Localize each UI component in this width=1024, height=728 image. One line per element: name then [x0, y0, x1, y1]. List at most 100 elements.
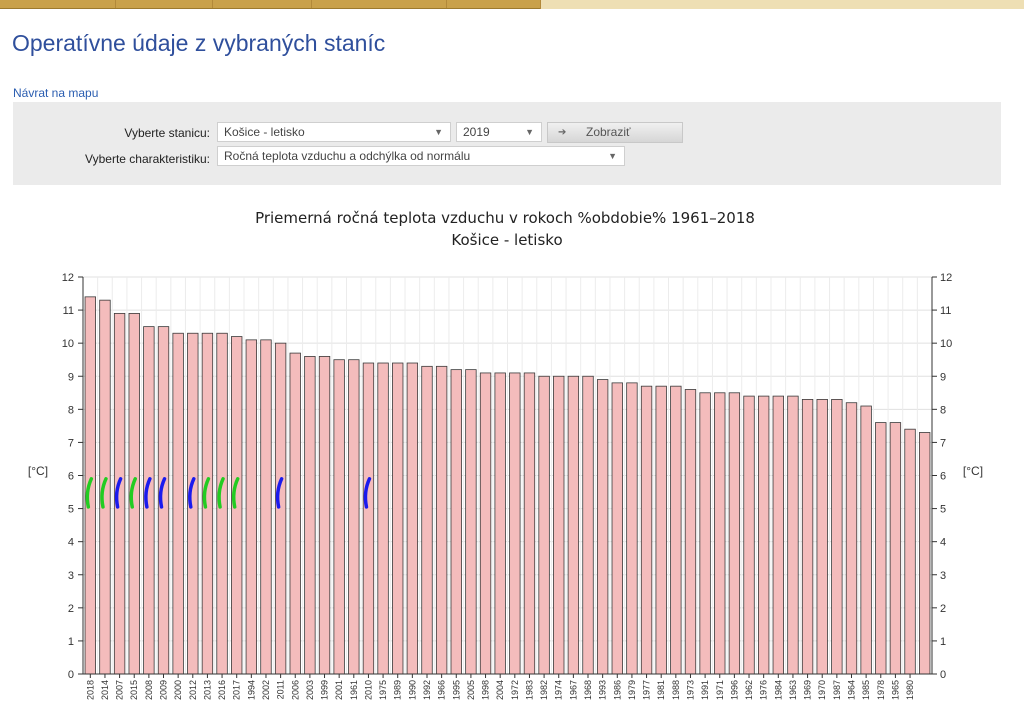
- y-tick-label-right: 6: [940, 471, 946, 483]
- caret-down-icon: ▼: [434, 127, 443, 137]
- characteristic-select[interactable]: Ročná teplota vzduchu a odchýlka od norm…: [217, 146, 625, 166]
- x-tick-label: 1973: [685, 680, 695, 700]
- y-tick-label-right: 3: [940, 570, 946, 582]
- station-select[interactable]: Košice - letisko ▼: [217, 122, 451, 142]
- chart-bar: [670, 385, 682, 675]
- y-tick-label-left: 7: [68, 437, 74, 449]
- x-tick-label: 1963: [788, 680, 798, 700]
- x-tick-label: 2001: [334, 680, 344, 700]
- chart-bar: [743, 395, 755, 675]
- x-tick-label: 1988: [671, 680, 681, 700]
- y-tick-label-right: 12: [940, 272, 952, 284]
- y-axis-label-right: [°C]: [963, 464, 983, 478]
- y-tick-label-right: 1: [940, 636, 946, 648]
- x-tick-label: 1983: [524, 680, 534, 700]
- x-tick-label: 1968: [583, 680, 593, 700]
- chart-bar: [377, 362, 389, 675]
- chart-bar: [714, 392, 726, 675]
- characteristic-select-value: Ročná teplota vzduchu a odchýlka od norm…: [224, 149, 471, 163]
- y-tick-label-right: 10: [940, 338, 952, 350]
- chart-bar: [479, 372, 492, 675]
- x-tick-label: 2004: [495, 680, 505, 700]
- x-tick-label: 1994: [246, 680, 256, 700]
- y-tick-label-left: 9: [68, 371, 74, 383]
- x-tick-label: 1978: [876, 680, 886, 700]
- y-tick-label-left: 12: [62, 272, 74, 284]
- chart-bar: [348, 359, 360, 675]
- x-tick-label: 2008: [144, 680, 154, 700]
- x-tick-label: 1977: [642, 680, 652, 700]
- chart-bar: [465, 369, 477, 675]
- x-tick-label: 1990: [407, 680, 417, 700]
- chart-bar: [450, 369, 462, 675]
- x-tick-label: 1993: [598, 680, 608, 700]
- x-tick-label: 2003: [305, 680, 315, 700]
- x-tick-label: 2013: [202, 680, 212, 700]
- nav-divider: [0, 8, 540, 9]
- y-tick-label-right: 0: [940, 669, 946, 681]
- y-tick-label-right: 2: [940, 603, 946, 615]
- chart-bar: [567, 375, 580, 675]
- top-navigation-bar: [0, 0, 1024, 9]
- chart-bar: [684, 389, 697, 675]
- x-tick-label: 1984: [773, 680, 783, 700]
- filter-panel: Vyberte stanicu: Košice - letisko ▼ 2019…: [13, 102, 1001, 185]
- y-tick-label-left: 5: [68, 504, 74, 516]
- x-tick-label: 1998: [481, 680, 491, 700]
- chart-bar: [655, 385, 667, 675]
- chart-bar: [435, 365, 448, 675]
- y-tick-label-left: 6: [68, 471, 74, 483]
- chart-bar: [494, 372, 506, 675]
- x-tick-label: 1986: [612, 680, 622, 700]
- chart-x-ticks: 2018 2014 2007 2015 2008 2009 2000 2012 2013 2016…: [85, 674, 915, 700]
- chart-bar: [362, 362, 375, 675]
- x-tick-label: 1970: [817, 680, 827, 700]
- year-select[interactable]: 2019 ▼: [456, 122, 542, 142]
- x-tick-label: 1999: [320, 680, 330, 700]
- chart-bar: [831, 399, 843, 675]
- x-tick-label: 2000: [173, 680, 183, 700]
- x-tick-label: 1969: [803, 680, 813, 700]
- chart-bar: [919, 432, 931, 675]
- chart-bar: [801, 399, 814, 675]
- x-tick-label: 2010: [363, 680, 373, 700]
- chart-bar: [787, 395, 799, 675]
- x-tick-label: 1961: [349, 680, 359, 700]
- y-tick-label-left: 8: [68, 404, 74, 416]
- x-tick-label: 2016: [217, 680, 227, 700]
- back-to-map-link[interactable]: Návrat na mapu: [13, 86, 98, 100]
- chart-bar: [260, 339, 272, 675]
- x-tick-label: 2014: [100, 680, 110, 700]
- chart-bar: [421, 365, 433, 675]
- x-tick-label: 1966: [437, 680, 447, 700]
- x-tick-label: 1992: [422, 680, 432, 700]
- chart-bar: [728, 392, 741, 675]
- chart-bar: [860, 405, 872, 675]
- y-tick-label-left: 2: [68, 603, 74, 615]
- chart-bar: [274, 342, 287, 675]
- x-tick-label: 1982: [539, 680, 549, 700]
- y-tick-label-right: 7: [940, 437, 946, 449]
- page-title: Operatívne údaje z vybraných staníc: [12, 30, 386, 56]
- chart-subtitle: Košice - letisko: [451, 231, 562, 249]
- x-tick-label: 1979: [627, 680, 637, 700]
- characteristic-label: Vyberte charakteristiku:: [85, 152, 210, 166]
- chart-bar: [289, 352, 301, 675]
- chart-bar: [392, 362, 404, 675]
- show-button[interactable]: ➔ Zobraziť: [547, 122, 683, 143]
- chart-bar: [611, 382, 623, 675]
- y-tick-label-left: 10: [62, 338, 74, 350]
- chart-bar: [172, 332, 184, 675]
- chart-title: Priemerná ročná teplota vzduchu v rokoch…: [255, 209, 755, 227]
- caret-down-icon: ▼: [525, 127, 534, 137]
- x-tick-label: 1981: [656, 680, 666, 700]
- chart-bar: [553, 375, 565, 675]
- x-tick-label: 1967: [568, 680, 578, 700]
- x-tick-label: 2017: [232, 680, 242, 700]
- chart-bar: [318, 355, 331, 675]
- chart-bar: [406, 362, 419, 675]
- x-tick-label: 1964: [846, 680, 856, 700]
- station-label: Vyberte stanicu:: [124, 126, 210, 140]
- x-tick-label: 1971: [715, 680, 725, 700]
- chart-bar: [333, 359, 345, 675]
